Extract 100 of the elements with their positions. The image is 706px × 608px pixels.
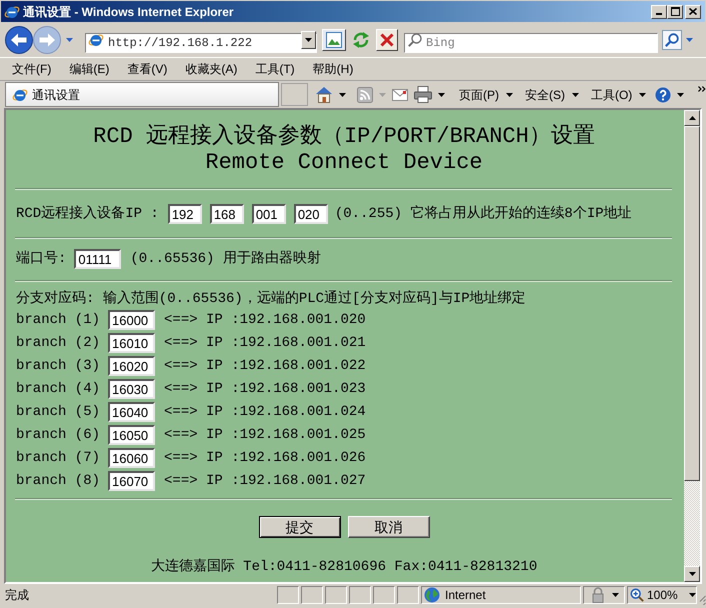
ip-mapping-text: <==> IP :192.168.001.026 [164, 448, 366, 468]
search-icon [665, 32, 679, 46]
envelope-icon [392, 88, 408, 100]
close-icon [689, 8, 697, 15]
scrollbar-thumb[interactable] [684, 126, 700, 481]
branch-label: branch (5) [16, 402, 100, 422]
minimize-button[interactable] [651, 4, 667, 18]
address-field[interactable]: http://192.168.1.222 [85, 32, 317, 52]
status-panel [373, 586, 395, 604]
caret-icon [66, 38, 73, 42]
status-panel [277, 586, 299, 604]
menu-item[interactable]: 收藏夹(A) [176, 59, 246, 79]
zoom-icon [630, 588, 644, 602]
command-menu[interactable]: 安全(S) [524, 84, 579, 106]
caret-icon [689, 593, 696, 597]
command-menu[interactable]: 页面(P) [458, 84, 513, 106]
back-button[interactable] [5, 26, 33, 54]
branch-label: branch (7) [16, 448, 100, 468]
zoom-button[interactable]: 100% [627, 586, 697, 604]
caret-icon [612, 593, 618, 597]
branch-label: branch (8) [16, 472, 100, 490]
protected-mode-button[interactable] [583, 586, 625, 604]
chevron-icon[interactable] [698, 86, 706, 92]
status-panel [397, 586, 419, 604]
branch-code-field[interactable]: 16050 [108, 425, 156, 445]
browser-tab[interactable]: 通讯设置 [5, 82, 279, 107]
status-text: 完成 [5, 587, 29, 604]
branch-code-field[interactable]: 16040 [108, 402, 156, 422]
close-button[interactable] [685, 4, 701, 18]
command-menu[interactable]: 工具(O) [590, 84, 646, 106]
branch-label: branch (2) [16, 334, 100, 352]
ip-hint: (0..255) 它将占用从此开始的连续8个IP地址 [334, 204, 632, 224]
status-panel [325, 586, 347, 604]
search-icon [408, 32, 422, 46]
menu-item[interactable]: 工具(T) [246, 59, 304, 79]
menu-item[interactable]: 查看(V) [118, 59, 176, 79]
caret-icon [438, 92, 445, 96]
page-subtitle: Remote Connect Device [204, 150, 484, 176]
branch-code-field[interactable]: 16030 [108, 379, 156, 399]
form-button[interactable]: 提交 [258, 516, 340, 538]
branch-code-field[interactable]: 16060 [108, 448, 156, 468]
lock-icon [590, 587, 606, 603]
caret-icon [305, 38, 312, 42]
branch-code-field[interactable]: 16070 [108, 471, 156, 491]
footer-contact-text: 大连德嘉国际 Tel:0411-82810696 Fax:0411-82813210 [150, 558, 538, 576]
ip-mapping-text: <==> IP :192.168.001.020 [164, 310, 366, 330]
scroll-down-button[interactable] [684, 566, 700, 582]
ip-octet-field[interactable]: 001 [252, 204, 286, 224]
branch-code-field[interactable]: 16000 [108, 310, 156, 330]
port-field[interactable]: 01111 [74, 249, 122, 269]
resize-grip-icon[interactable] [697, 593, 706, 605]
browser-logo-icon [12, 86, 28, 102]
status-panel [301, 586, 323, 604]
ip-mapping-text: <==> IP :192.168.001.024 [164, 402, 366, 422]
caret-icon [639, 92, 646, 96]
window-title: 通讯设置 - Windows Internet Explorer [23, 4, 234, 20]
ip-mapping-text: <==> IP :192.168.001.021 [164, 334, 366, 352]
printer-icon [414, 86, 432, 103]
scroll-up-button[interactable] [684, 110, 700, 126]
browser-logo-icon [4, 4, 20, 20]
caret-icon [338, 92, 346, 96]
ip-octet-field[interactable]: 020 [294, 204, 328, 224]
globe-icon [424, 587, 440, 603]
ip-mapping-text: <==> IP :192.168.001.023 [164, 380, 366, 398]
branch-code-field[interactable]: 16020 [108, 356, 156, 376]
ip-label: RCD远程接入设备IP : [16, 204, 159, 224]
ip-mapping-text: <==> IP :192.168.001.027 [164, 472, 366, 490]
down-arrow-icon [688, 572, 696, 576]
feed-icon [356, 86, 373, 102]
menu-item[interactable]: 编辑(E) [60, 59, 118, 79]
caret-icon [686, 38, 692, 42]
up-arrow-icon [688, 116, 696, 120]
menu-item[interactable]: 文件(F) [3, 59, 60, 79]
page-title: RCD 远程接入设备参数（IP/PORT/BRANCH）设置 [92, 124, 596, 150]
dropdown-button[interactable] [301, 30, 316, 48]
search-button[interactable] [662, 30, 682, 50]
ip-octet-field[interactable]: 192 [168, 204, 202, 224]
picture-icon [326, 32, 342, 48]
ip-mapping-text: <==> IP :192.168.001.025 [164, 426, 366, 444]
browser-logo-icon [88, 32, 104, 48]
caret-icon [677, 92, 684, 96]
branch-label: branch (1) [16, 310, 100, 330]
maximize-button[interactable] [667, 4, 683, 18]
ip-octet-field[interactable]: 168 [210, 204, 244, 224]
print-button[interactable] [414, 84, 445, 106]
refresh-icon [352, 30, 370, 48]
page-view-button[interactable] [322, 28, 346, 50]
menu-item[interactable]: 帮助(H) [304, 59, 362, 79]
search-field[interactable]: Bing [404, 32, 658, 52]
branch-heading: 分支对应码: 输入范围(0..65536)，远端的PLC通过[分支对应码]与IP地址绑定 [16, 290, 526, 308]
zone-label: Internet [445, 587, 486, 604]
branch-code-field[interactable]: 16010 [108, 333, 156, 353]
home-icon [314, 86, 333, 103]
stop-button[interactable] [376, 28, 398, 50]
caret-icon [378, 92, 386, 96]
branch-label: branch (3) [16, 356, 100, 376]
port-hint: (0..65536) 用于路由器映射 [130, 250, 321, 268]
branch-label: branch (4) [16, 380, 100, 398]
branch-label: branch (6) [16, 426, 100, 444]
form-button[interactable]: 取消 [348, 516, 430, 538]
